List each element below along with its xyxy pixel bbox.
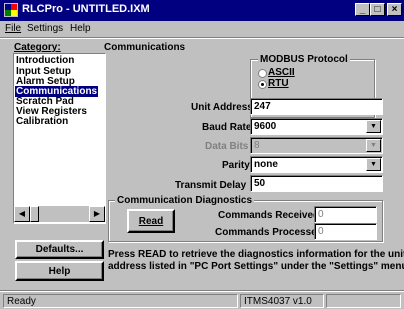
scroll-left-button[interactable]: ◀ [14,206,30,222]
arrow-left-icon: ◀ [18,209,26,218]
data-bits-select: 8 ▼ [250,137,383,154]
status-bar: Ready ITMS4037 v1.0 [0,292,404,309]
diagnostics-title: Communication Diagnostics [115,195,255,206]
data-bits-value: 8 [254,140,260,151]
commands-received-label: Commands Received [218,210,320,221]
title-bar[interactable]: RLCPro - UNTITLED.IXM _ □ × [0,0,404,21]
panel-title: Communications [104,42,186,53]
category-item-introduction[interactable]: Introduction [16,55,74,66]
menu-divider-highlight [0,38,404,39]
unit-address-input[interactable]: 247 [250,98,383,115]
maximize-button[interactable]: □ [370,3,385,16]
data-bits-dropdown-button: ▼ [366,139,381,152]
radio-selected-dot [261,83,264,86]
chevron-down-icon: ▼ [370,142,377,149]
unit-address-label: Unit Address [191,102,253,113]
app-icon-part [11,10,17,16]
category-list[interactable]: Introduction Input Setup Alarm Setup Com… [13,53,106,224]
app-icon[interactable] [4,3,18,17]
menu-bar: File Settings Help [0,21,404,37]
menu-file-label: File [5,23,22,34]
menu-file[interactable]: File [5,23,21,34]
minimize-button[interactable]: _ [355,3,370,16]
window-title: RLCPro - UNTITLED.IXM [22,3,150,15]
main-window: RLCPro - UNTITLED.IXM _ □ × File Setting… [0,0,404,309]
menu-help[interactable]: Help [70,23,91,34]
rtu-label: RTU [268,78,289,89]
category-scrollbar[interactable]: ◀ ▶ [14,206,105,222]
read-button[interactable]: Read [127,209,175,233]
status-text: Ready [3,294,238,308]
transmit-delay-input[interactable]: 50 [250,175,383,192]
commands-received-field: 0 [314,206,377,223]
chevron-down-icon: ▼ [370,161,377,168]
scroll-right-button[interactable]: ▶ [89,206,105,222]
version-text: ITMS4037 v1.0 [240,294,324,308]
category-label: Category: [14,42,61,53]
defaults-button[interactable]: Defaults... [15,240,104,259]
data-bits-label: Data Bits [205,141,249,152]
chevron-down-icon: ▼ [370,123,377,130]
parity-label: Parity [222,160,250,171]
modbus-protocol-title: MODBUS Protocol [258,54,350,65]
commands-processed-field: 0 [314,223,377,240]
baud-rate-label: Baud Rate [202,122,252,133]
arrow-right-icon: ▶ [93,209,101,218]
baud-rate-value: 9600 [254,121,277,132]
category-item-calibration[interactable]: Calibration [16,116,68,127]
menu-settings[interactable]: Settings [27,23,63,34]
help-button[interactable]: Help [15,261,104,281]
ascii-label: ASCII [268,67,295,78]
baud-rate-dropdown-button[interactable]: ▼ [366,120,381,133]
menu-settings-label: Settings [27,23,64,34]
transmit-delay-label: Transmit Delay [175,180,247,191]
help-text-line-2: address listed in "PC Port Settings" und… [108,261,404,272]
commands-processed-label: Commands Processed [215,227,323,238]
rtu-radio[interactable] [258,80,267,89]
status-pane-empty [326,294,401,308]
ascii-radio[interactable] [258,69,267,78]
parity-select[interactable]: none ▼ [250,156,383,173]
parity-dropdown-button[interactable]: ▼ [366,158,381,171]
scroll-thumb[interactable] [30,206,39,222]
parity-value: none [254,159,278,170]
baud-rate-select[interactable]: 9600 ▼ [250,118,383,135]
menu-help-label: Help [70,23,91,34]
close-button[interactable]: × [387,3,402,16]
help-text-line-1: Press READ to retrieve the diagnostics i… [108,249,404,260]
